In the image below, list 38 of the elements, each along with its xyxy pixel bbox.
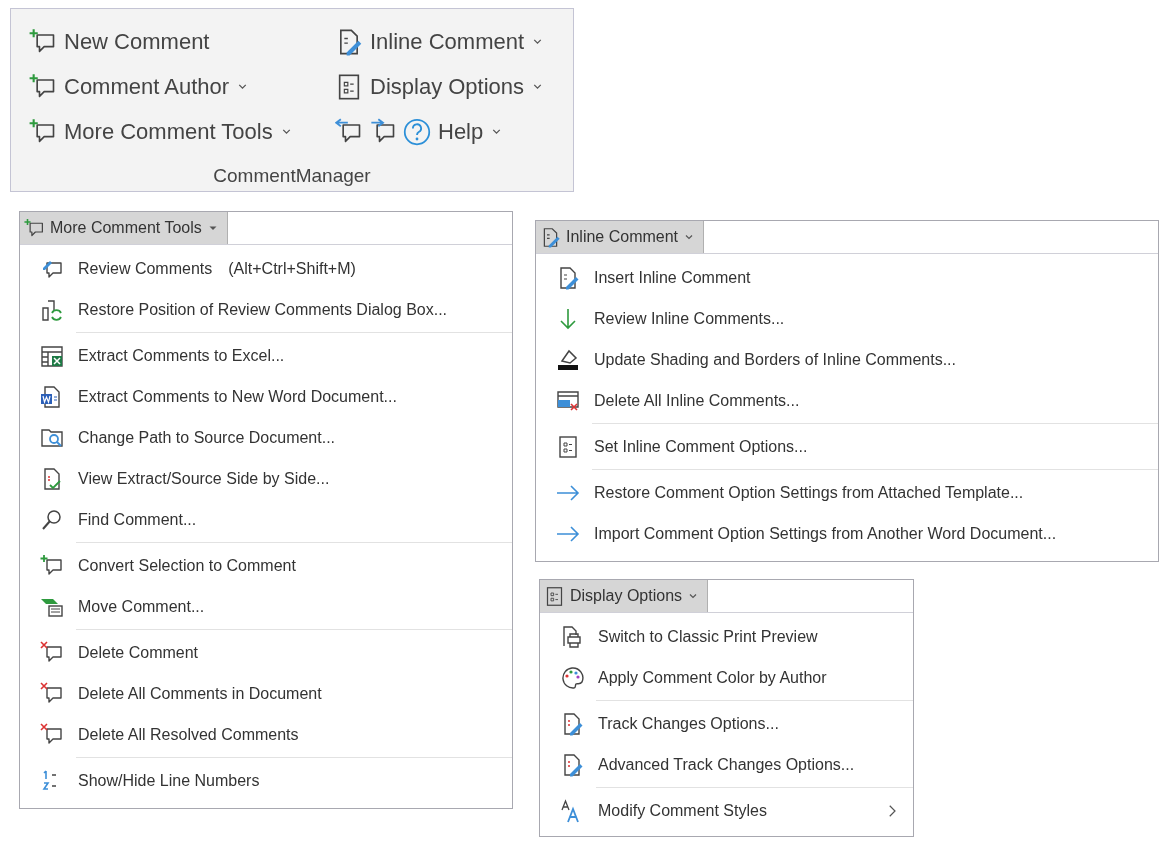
menu-header-button[interactable]: Display Options — [540, 580, 709, 612]
dropdown-button[interactable]: Display Options — [333, 70, 547, 103]
menu-item[interactable]: Find Comment... — [20, 499, 512, 540]
paint-bucket-icon — [556, 347, 580, 372]
window-x-icon — [556, 388, 580, 413]
dropdown-button[interactable]: Comment Author — [27, 70, 252, 103]
menu-header-button[interactable]: Inline Comment — [536, 221, 705, 253]
palette-icon — [560, 665, 584, 690]
options-list-icon — [544, 585, 565, 607]
menu-item[interactable]: Review Inline Comments... — [536, 298, 1158, 339]
help-icon — [403, 117, 431, 146]
menu-item[interactable]: Delete All Inline Comments... — [536, 380, 1158, 421]
menu-item[interactable]: Import Comment Option Settings from Another Word Document... — [536, 513, 1158, 554]
menu-header-button[interactable]: More Comment Tools — [20, 212, 228, 244]
menu-item[interactable]: Extract Comments to New Word Document... — [20, 376, 512, 417]
dropdown-button[interactable]: Help — [401, 115, 506, 148]
spreadsheet-icon — [40, 343, 64, 368]
menu-item[interactable]: Advanced Track Changes Options... — [540, 744, 913, 785]
menu-item[interactable]: Move Comment... — [20, 586, 512, 627]
menu-item[interactable]: Restore Position of Review Comments Dialog Box... — [20, 289, 512, 330]
search-icon — [40, 507, 64, 532]
menu-item[interactable]: Delete All Resolved Comments — [20, 714, 512, 755]
menu-item[interactable]: Insert Inline Comment — [536, 257, 1158, 298]
document-refresh-icon — [40, 297, 64, 322]
document-printer-icon — [560, 624, 584, 649]
menu-item[interactable]: Apply Comment Color by Author — [540, 657, 913, 698]
menu-item[interactable]: Review Comments (Alt+Ctrl+Shift+M) — [20, 248, 512, 289]
options-list-icon — [556, 434, 580, 459]
speech-bubble-plus-icon — [24, 217, 45, 239]
dropdown-button[interactable]: More Comment Tools — [27, 115, 295, 148]
menu-item[interactable]: View Extract/Source Side by Side... — [20, 458, 512, 499]
ribbon-button[interactable]: New Comment — [27, 25, 212, 58]
dropdown-button[interactable]: Inline Comment — [333, 25, 547, 58]
menu-item[interactable]: Delete All Comments in Document — [20, 673, 512, 714]
menu-item[interactable]: Update Shading and Borders of Inline Comments... — [536, 339, 1158, 380]
group-label: CommentManager — [212, 165, 372, 188]
menu-item[interactable]: Switch to Classic Print Preview — [540, 616, 913, 657]
menu-item[interactable]: Change Path to Source Document... — [20, 417, 512, 458]
